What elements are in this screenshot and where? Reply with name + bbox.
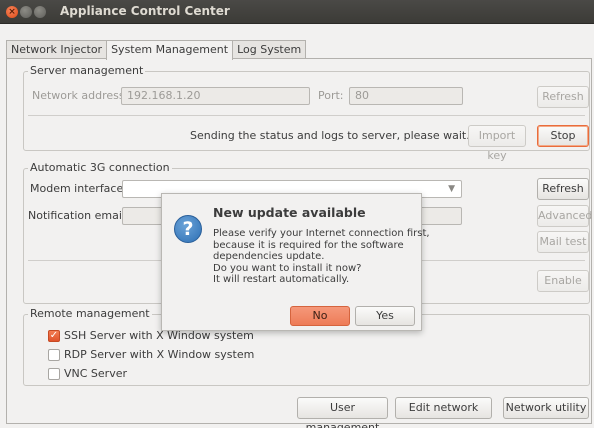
advanced-button[interactable]: Advanced [537,205,592,227]
tab-bar: Network Injector System Management Log S… [6,40,307,60]
server-refresh-button[interactable]: Refresh [537,86,589,108]
dialog-message-line: because it is required for the software [213,239,404,251]
import-key-button[interactable]: Import key [468,125,526,162]
dialog-message-line: Do you want to install it now? [213,262,362,274]
tab-network-injector[interactable]: Network Injector [6,40,108,59]
tab-log-system[interactable]: Log System [232,40,307,59]
dialog-title: New update available [213,205,366,220]
server-status-text: Sending the status and logs to server, p… [190,129,477,142]
network-address-label: Network address: [32,89,129,102]
network-utility-button[interactable]: Network utility [503,397,589,419]
maximize-window-icon[interactable] [34,6,46,18]
yes-button[interactable]: Yes [355,306,415,326]
tab-system-management[interactable]: System Management [106,40,234,60]
3g-refresh-button[interactable]: Refresh [537,178,589,200]
server-management-label: Server management [28,64,146,77]
minimize-window-icon[interactable] [20,6,32,18]
no-button[interactable]: No [290,306,350,326]
modem-interface-label: Modem interface: [30,182,127,195]
divider [28,115,585,116]
user-management-button[interactable]: User management [297,397,388,428]
vnc-server-checkbox[interactable] [48,368,60,380]
chevron-down-icon: ▼ [448,184,455,194]
port-label: Port: [318,89,344,102]
update-dialog: ? New update available Please verify you… [161,193,430,331]
ssh-server-checkbox[interactable]: ✓ [48,330,60,342]
dialog-message-line: It will restart automatically. [213,274,350,286]
vnc-server-label: VNC Server [64,367,128,380]
network-address-field[interactable]: 192.168.1.20 [121,87,310,105]
mail-test-button[interactable]: Mail test [537,231,589,253]
close-window-icon[interactable]: × [6,6,18,18]
enable-button[interactable]: Enable [537,270,589,292]
automatic-3g-label: Automatic 3G connection [28,161,172,174]
window-titlebar: × Appliance Control Center [0,0,594,24]
rdp-server-checkbox[interactable] [48,349,60,361]
rdp-server-label: RDP Server with X Window system [64,348,255,361]
window-title: Appliance Control Center [60,4,230,18]
dialog-message: Please verify your Internet connection f… [213,228,430,286]
dialog-message-line: dependencies update. [213,251,325,263]
edit-network-button[interactable]: Edit network [395,397,492,419]
port-field[interactable]: 80 [349,87,463,105]
notification-email-label: Notification email: [28,209,129,222]
stop-button[interactable]: Stop [537,125,589,147]
dialog-message-line: Please verify your Internet connection f… [213,228,430,239]
question-icon: ? [174,215,202,243]
remote-management-label: Remote management [28,307,152,320]
